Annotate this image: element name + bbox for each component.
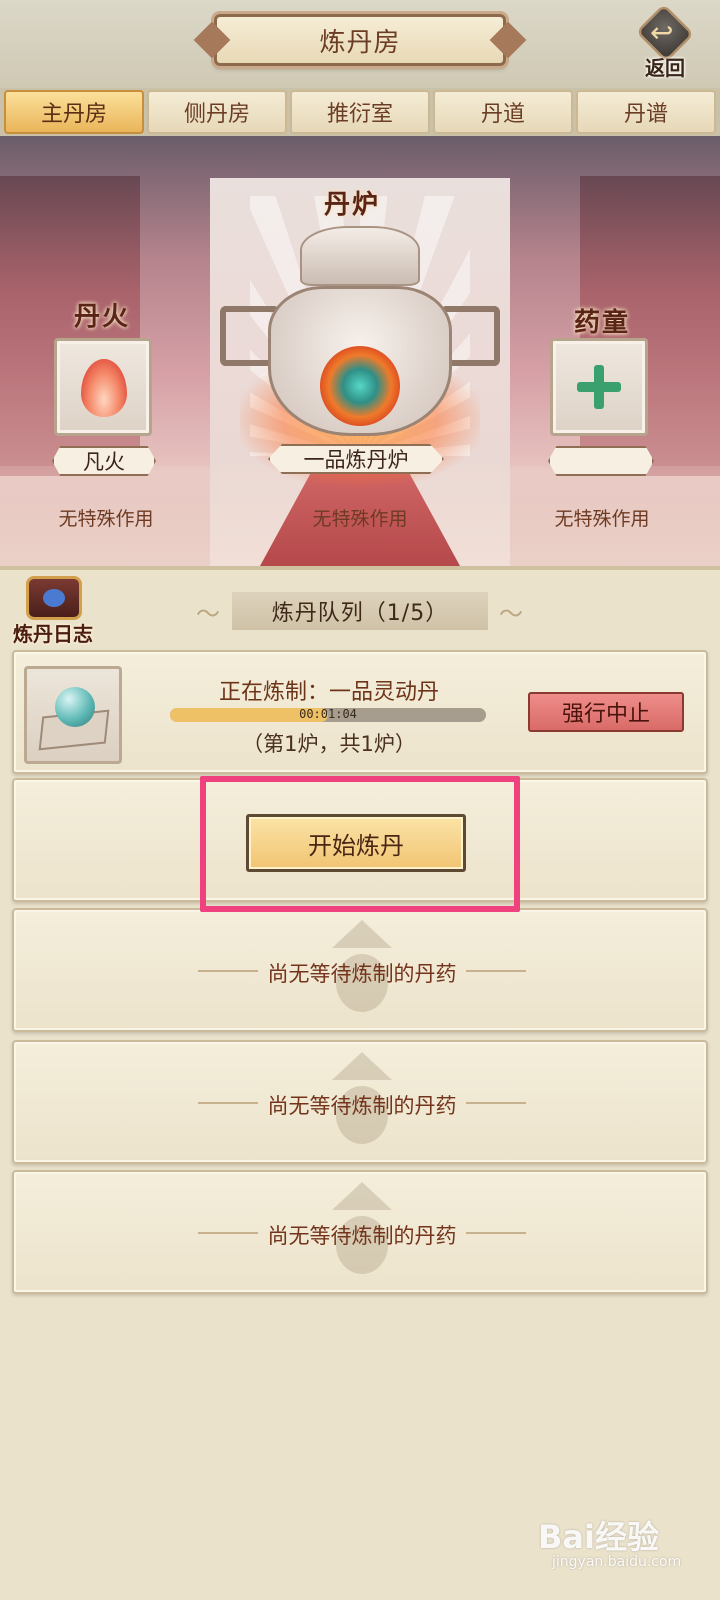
alchemy-scene: 丹炉 一品炼丹炉 无特殊作用 丹火 凡火 无特殊作用 药童 无特殊作用 — [0, 136, 720, 566]
plus-icon — [577, 365, 621, 409]
flame-icon — [81, 359, 127, 417]
back-button[interactable]: ↩ 返回 — [628, 3, 702, 82]
watermark-logo: Bai经验 — [538, 1518, 659, 1556]
furnace-count: （第1炉，共1炉） — [242, 732, 416, 756]
queue-slot-active: 正在炼制：一品灵动丹 00:01:04 （第1炉，共1炉） 强行中止 — [12, 650, 708, 774]
queue-slot-empty: 尚无等待炼制的丹药 — [12, 1170, 708, 1294]
attendant-name — [548, 446, 654, 476]
alchemy-log-button[interactable]: 炼丹日志 — [6, 576, 100, 650]
brewing-queue-panel: 炼丹队列（1/5） 炼丹日志 正在炼制：一品灵动丹 00:01:04 （第1炉，… — [0, 566, 720, 1600]
tab-side-room[interactable]: 侧丹房 — [147, 90, 287, 134]
fire-title: 丹火 — [74, 302, 131, 332]
queue-slot-empty: 尚无等待炼制的丹药 — [12, 908, 708, 1032]
scroll-icon — [26, 576, 82, 620]
furnace-name[interactable]: 一品炼丹炉 — [268, 444, 444, 474]
furnace-core-orb-icon — [320, 346, 400, 426]
top-header: 炼丹房 ↩ 返回 — [0, 0, 720, 88]
queue-header: 炼丹队列（1/5） — [0, 566, 720, 652]
furnace-title: 丹炉 — [324, 190, 381, 220]
back-label: 返回 — [645, 56, 685, 80]
page-title: 炼丹房 — [214, 14, 506, 66]
attendant-effect: 无特殊作用 — [554, 508, 650, 530]
pill-icon — [55, 687, 95, 727]
alchemy-log-label: 炼丹日志 — [13, 622, 93, 646]
return-icon: ↩ — [650, 16, 674, 49]
queue-title: 炼丹队列（1/5） — [196, 592, 524, 630]
brewing-timer: 00:01:04 — [299, 708, 357, 721]
empty-queue-text: 尚无等待炼制的丹药 — [267, 1224, 457, 1248]
tab-main-room[interactable]: 主丹房 — [4, 90, 144, 134]
baidu-watermark: Bai经验 jingyan.baidu.com — [538, 1512, 698, 1576]
empty-queue-text: 尚无等待炼制的丹药 — [267, 962, 457, 986]
tab-bar: 主丹房 侧丹房 推衍室 丹道 丹谱 — [0, 88, 720, 136]
watermark-url: jingyan.baidu.com — [552, 1554, 682, 1570]
force-stop-button[interactable]: 强行中止 — [528, 692, 684, 732]
attendant-slot[interactable] — [550, 338, 648, 436]
tab-deduction-room[interactable]: 推衍室 — [290, 90, 430, 134]
fire-effect: 无特殊作用 — [58, 508, 154, 530]
brewing-progress-bar: 00:01:04 — [170, 708, 486, 722]
furnace-effect: 无特殊作用 — [312, 508, 408, 530]
tab-alchemy-path[interactable]: 丹道 — [433, 90, 573, 134]
queue-slot-empty: 尚无等待炼制的丹药 — [12, 1040, 708, 1164]
fire-slot[interactable] — [54, 338, 152, 436]
fire-name: 凡火 — [52, 446, 156, 476]
tab-recipes[interactable]: 丹谱 — [576, 90, 716, 134]
brewing-status: 正在炼制：一品灵动丹 — [218, 680, 439, 705]
empty-queue-text: 尚无等待炼制的丹药 — [267, 1094, 457, 1118]
furnace-lid — [300, 226, 420, 286]
highlight-annotation — [200, 776, 520, 912]
attendant-title: 药童 — [574, 308, 631, 338]
pill-slot[interactable] — [24, 666, 122, 764]
